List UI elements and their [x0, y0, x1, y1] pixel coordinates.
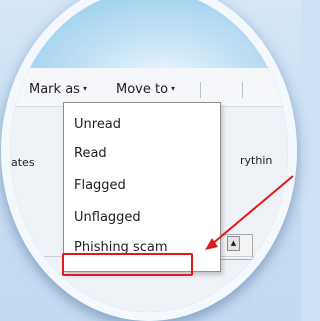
toolbar-divider [200, 82, 201, 98]
partial-menu-caret[interactable]: ▾ [12, 82, 19, 97]
menu-item-flagged[interactable]: Flagged [74, 178, 126, 193]
chevron-down-icon: ▾ [82, 84, 87, 93]
mark-as-menu[interactable]: Mark as ▾ [29, 82, 87, 97]
menu-item-unflagged[interactable]: Unflagged [74, 210, 141, 225]
menu-item-read[interactable]: Read [74, 146, 107, 161]
window-top-gradient [10, 0, 288, 70]
chevron-down-icon: ▾ [15, 84, 20, 93]
highlight-box [62, 253, 193, 276]
toolbar-divider [242, 82, 243, 98]
chevron-down-icon: ▾ [171, 84, 176, 93]
move-to-label: Move to [116, 82, 169, 97]
partial-column-label: ates [11, 156, 35, 169]
mark-as-dropdown: Unread Read Flagged Unflagged Phishing s… [63, 102, 221, 272]
scroll-up-button[interactable]: ▲ [227, 236, 240, 251]
move-to-menu[interactable]: Move to ▾ [116, 82, 175, 97]
mark-as-label: Mark as [29, 82, 80, 97]
triangle-up-icon: ▲ [230, 239, 237, 247]
menu-item-unread[interactable]: Unread [74, 117, 121, 132]
partial-search-label: rythin [240, 154, 273, 167]
